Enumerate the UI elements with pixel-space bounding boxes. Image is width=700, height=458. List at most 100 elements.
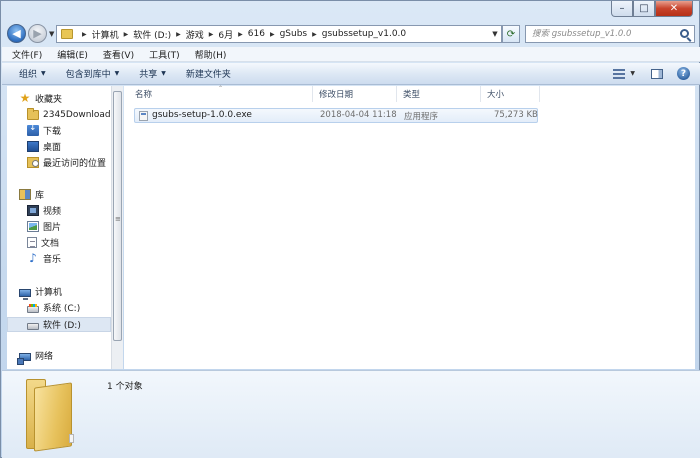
music-icon: ♪ bbox=[29, 251, 37, 265]
chevron-right-icon[interactable]: ▶ bbox=[82, 31, 87, 38]
sidebar-item-label: 系统 (C:) bbox=[43, 304, 81, 314]
search-icon[interactable] bbox=[680, 29, 689, 38]
recent-pages-dropdown-icon[interactable]: ▼ bbox=[49, 30, 54, 38]
sidebar-item-drive-d[interactable]: 软件 (D:) bbox=[7, 317, 111, 332]
sidebar-item-label: 文档 bbox=[41, 239, 60, 249]
star-icon: ★ bbox=[19, 91, 31, 105]
chevron-down-icon: ▼ bbox=[41, 70, 46, 77]
menu-bar: 文件(F) 编辑(E) 查看(V) 工具(T) 帮助(H) bbox=[2, 47, 700, 62]
chevron-right-icon[interactable]: ▶ bbox=[124, 31, 129, 38]
address-history-dropdown-icon[interactable]: ▼ bbox=[489, 30, 501, 38]
breadcrumb-item[interactable]: gSubs bbox=[280, 29, 308, 39]
file-modified: 2018-04-04 11:18 bbox=[320, 110, 397, 120]
breadcrumb-item[interactable]: gsubssetup_v1.0.0 bbox=[322, 29, 406, 39]
column-header-label: 大小 bbox=[487, 90, 505, 100]
library-icon bbox=[19, 189, 31, 200]
explorer-window: – □ ✕ ◀ ▶ ▼ ▶ 计算机 ▶ 软件 (D:) ▶ 游戏 ▶ 6月 ▶ … bbox=[0, 0, 700, 458]
sidebar-item-libraries[interactable]: 库 bbox=[19, 187, 111, 202]
caption-buttons: – □ ✕ bbox=[611, 1, 693, 17]
preview-pane-icon[interactable] bbox=[651, 68, 663, 79]
sidebar-item-drive-c[interactable]: 系统 (C:) bbox=[27, 300, 111, 315]
drive-icon bbox=[27, 323, 39, 330]
back-button[interactable]: ◀ bbox=[7, 24, 26, 43]
sidebar-item-label: 软件 (D:) bbox=[43, 321, 81, 331]
file-size: 75,273 KB bbox=[494, 110, 538, 120]
chevron-down-icon: ▼ bbox=[114, 70, 120, 77]
column-header-type[interactable]: 类型 bbox=[397, 86, 481, 102]
menu-help[interactable]: 帮助(H) bbox=[195, 48, 227, 61]
forward-button[interactable]: ▶ bbox=[28, 24, 47, 43]
folder-icon bbox=[27, 107, 39, 120]
column-header-label: 修改日期 bbox=[319, 90, 354, 100]
table-row[interactable]: gsubs-setup-1.0.0.exe 2018-04-04 11:18 应… bbox=[134, 108, 538, 123]
maximize-button[interactable]: □ bbox=[633, 1, 655, 17]
include-in-library-button[interactable]: 包含到库中 ▼ bbox=[66, 67, 120, 80]
chevron-right-icon[interactable]: ▶ bbox=[238, 31, 243, 38]
column-header-name[interactable]: ⌃ 名称 bbox=[129, 86, 313, 102]
share-button[interactable]: 共享 ▼ bbox=[139, 67, 166, 80]
chevron-right-icon[interactable]: ▶ bbox=[209, 31, 214, 38]
scrollbar-grip-icon: ≡ bbox=[115, 215, 121, 223]
desktop-icon bbox=[27, 141, 39, 152]
details-pane: 1 个对象 bbox=[2, 370, 700, 458]
sidebar-item-videos[interactable]: 视频 bbox=[27, 203, 111, 218]
search-input[interactable] bbox=[532, 29, 672, 39]
network-icon bbox=[17, 352, 31, 365]
file-list: ⌃ 名称 修改日期 类型 大小 gsubs-setup-1.0.0.exe 20… bbox=[124, 86, 695, 369]
sidebar-item-desktop[interactable]: 桌面 bbox=[27, 139, 111, 154]
breadcrumb-item[interactable]: 计算机 bbox=[92, 28, 119, 41]
refresh-button[interactable]: ⟳ bbox=[502, 25, 520, 43]
sort-arrow-icon: ⌃ bbox=[217, 85, 224, 92]
sidebar-item-favorites[interactable]: ★ 收藏夹 bbox=[19, 91, 111, 106]
view-controls: ▼ ? bbox=[613, 67, 690, 80]
sidebar-item-label: 下载 bbox=[43, 127, 62, 137]
sidebar-item-label: 计算机 bbox=[35, 288, 63, 298]
file-name: gsubs-setup-1.0.0.exe bbox=[152, 110, 252, 120]
menu-file[interactable]: 文件(F) bbox=[12, 48, 42, 61]
sidebar-item-music[interactable]: ♪ 音乐 bbox=[27, 251, 111, 266]
help-icon[interactable]: ? bbox=[677, 67, 690, 80]
menu-tools[interactable]: 工具(T) bbox=[149, 48, 180, 61]
file-type: 应用程序 bbox=[404, 112, 439, 122]
download-icon bbox=[27, 123, 39, 136]
menu-edit[interactable]: 编辑(E) bbox=[57, 48, 88, 61]
column-header-size[interactable]: 大小 bbox=[481, 86, 540, 102]
close-button[interactable]: ✕ bbox=[655, 1, 693, 17]
sidebar-item-label: 收藏夹 bbox=[35, 95, 63, 105]
sidebar-item-network[interactable]: 网络 bbox=[17, 348, 111, 365]
sidebar-item-pictures[interactable]: 图片 bbox=[27, 219, 111, 234]
column-header-modified[interactable]: 修改日期 bbox=[313, 86, 397, 102]
sidebar-item-label: 图片 bbox=[43, 223, 62, 233]
sidebar-item-recent-places[interactable]: 最近访问的位置 bbox=[27, 155, 111, 170]
video-icon bbox=[27, 205, 39, 216]
item-count: 1 个对象 bbox=[107, 382, 143, 392]
organize-button[interactable]: 组织 ▼ bbox=[19, 67, 46, 80]
recent-places-icon bbox=[27, 157, 39, 168]
folder-icon bbox=[26, 379, 74, 452]
change-view-icon[interactable] bbox=[613, 68, 626, 79]
navigation-pane: ★ 收藏夹 2345Downloads 下载 桌面 最近访问的位置 库 视频 bbox=[7, 86, 115, 369]
sidebar-item-downloads[interactable]: 下载 bbox=[27, 123, 111, 138]
sidebar-item-label: 最近访问的位置 bbox=[43, 159, 107, 169]
sidebar-item-2345downloads[interactable]: 2345Downloads bbox=[27, 107, 115, 122]
command-bar: 组织 ▼ 包含到库中 ▼ 共享 ▼ 新建文件夹 ▼ ? bbox=[2, 63, 700, 85]
search-box[interactable] bbox=[525, 25, 695, 43]
breadcrumb-item[interactable]: 616 bbox=[248, 29, 265, 39]
view-options-dropdown-icon[interactable]: ▼ bbox=[630, 70, 635, 77]
chevron-right-icon[interactable]: ▶ bbox=[270, 31, 275, 38]
breadcrumb-item[interactable]: 6月 bbox=[218, 28, 233, 41]
chevron-right-icon[interactable]: ▶ bbox=[176, 31, 181, 38]
menu-view[interactable]: 查看(V) bbox=[103, 48, 134, 61]
sidebar-item-computer[interactable]: 计算机 bbox=[19, 284, 111, 300]
sidebar-item-documents[interactable]: 文档 bbox=[27, 235, 111, 250]
folder-icon bbox=[61, 29, 73, 39]
breadcrumb-item[interactable]: 游戏 bbox=[186, 28, 204, 41]
computer-icon bbox=[19, 288, 31, 300]
sidebar-item-label: 2345Downloads bbox=[43, 109, 116, 120]
chevron-right-icon[interactable]: ▶ bbox=[312, 31, 317, 38]
address-bar[interactable]: ▶ 计算机 ▶ 软件 (D:) ▶ 游戏 ▶ 6月 ▶ 616 ▶ gSubs … bbox=[56, 25, 502, 43]
breadcrumb-item[interactable]: 软件 (D:) bbox=[133, 28, 171, 41]
navigation-scrollbar[interactable]: ≡ bbox=[111, 86, 123, 369]
minimize-button[interactable]: – bbox=[611, 1, 633, 17]
new-folder-button[interactable]: 新建文件夹 bbox=[186, 67, 231, 80]
